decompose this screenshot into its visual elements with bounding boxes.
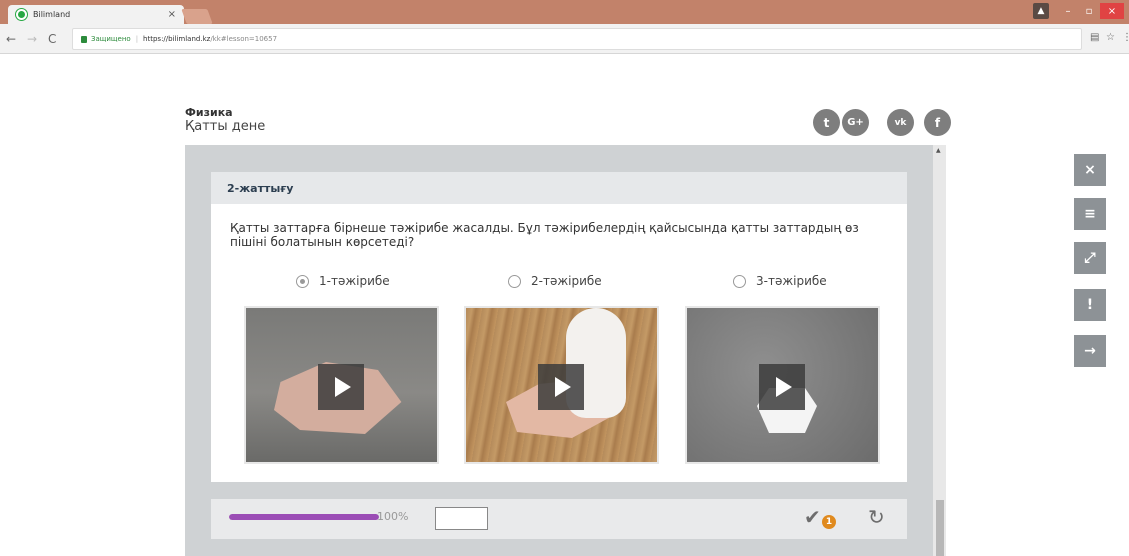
progress-label: 100% — [377, 510, 409, 523]
experiment-video-1[interactable] — [244, 306, 439, 464]
option-label: 3-тәжірибе — [756, 274, 827, 288]
bilimland-favicon-icon — [16, 9, 27, 20]
close-icon[interactable]: × — [1074, 154, 1106, 186]
retry-icon[interactable]: ↻ — [868, 505, 885, 529]
lock-icon — [81, 35, 87, 43]
exercise-title: 2-жаттығу — [211, 172, 907, 204]
back-arrow-icon[interactable]: ← — [6, 32, 16, 46]
tab-close-icon[interactable]: × — [168, 9, 176, 20]
question-text: Қатты заттарға бірнеше тәжірибе жасалды.… — [230, 221, 859, 249]
radio-button[interactable] — [733, 274, 746, 288]
option-label: 1-тәжірибе — [319, 274, 390, 288]
reload-icon[interactable]: C — [48, 32, 56, 46]
scroll-up-arrow-icon[interactable]: ▲ — [936, 147, 941, 154]
play-icon[interactable] — [538, 364, 584, 410]
progress-fill — [229, 514, 379, 520]
option-1[interactable]: 1-тәжірибе — [296, 274, 390, 288]
twitter-icon[interactable]: t — [813, 109, 840, 136]
tab-title: Bilimland — [33, 10, 71, 19]
fullscreen-icon[interactable]: ⤢ — [1074, 242, 1106, 274]
attempts-badge: 1 — [822, 515, 836, 529]
facebook-icon[interactable]: f — [924, 109, 951, 136]
maximize-button[interactable]: ▫ — [1079, 3, 1099, 19]
bookmark-star-icon[interactable]: ☆ — [1106, 32, 1115, 43]
scrollbar[interactable] — [933, 145, 946, 556]
radio-button[interactable] — [296, 274, 309, 288]
play-icon[interactable] — [318, 364, 364, 410]
close-window-button[interactable]: × — [1100, 3, 1124, 19]
topic-title: Қатты дене — [185, 119, 266, 134]
vk-icon[interactable]: vk — [887, 109, 914, 136]
new-tab-button[interactable] — [181, 9, 213, 24]
answer-box[interactable] — [435, 507, 488, 530]
minimize-button[interactable]: – — [1058, 3, 1078, 19]
play-icon[interactable] — [759, 364, 805, 410]
url-host: https://bilimland.kz — [143, 35, 211, 43]
check-answer-icon[interactable]: ✔ — [804, 505, 821, 529]
address-bar[interactable]: Защищено | https://bilimland.kz /kk#less… — [72, 28, 1082, 50]
warning-icon[interactable]: ! — [1074, 289, 1106, 321]
forward-arrow-icon[interactable]: → — [27, 32, 37, 46]
radio-button[interactable] — [508, 274, 521, 288]
option-label: 2-тәжірибе — [531, 274, 602, 288]
scrollbar-thumb[interactable] — [936, 500, 944, 556]
experiment-video-2[interactable] — [464, 306, 659, 464]
browser-menu-icon[interactable]: ⋮ — [1122, 32, 1129, 43]
url-path: /kk#lesson=10657 — [210, 35, 278, 43]
googleplus-icon[interactable]: G+ — [842, 109, 869, 136]
next-arrow-icon[interactable]: → — [1074, 335, 1106, 367]
progress-bar — [229, 514, 379, 520]
user-profile-icon[interactable]: ▲ — [1033, 3, 1049, 19]
option-2[interactable]: 2-тәжірибе — [508, 274, 602, 288]
browser-toolbar: ← → C Защищено | https://bilimland.kz /k… — [0, 24, 1129, 54]
address-separator: | — [135, 35, 139, 43]
subject-title: Физика — [185, 106, 233, 119]
menu-icon[interactable]: ≡ — [1074, 198, 1106, 230]
secure-label: Защищено — [91, 35, 131, 43]
option-3[interactable]: 3-тәжірибе — [733, 274, 827, 288]
browser-tab[interactable]: Bilimland × — [8, 5, 184, 24]
translate-icon[interactable]: ▤ — [1090, 32, 1099, 43]
experiment-video-3[interactable] — [685, 306, 880, 464]
